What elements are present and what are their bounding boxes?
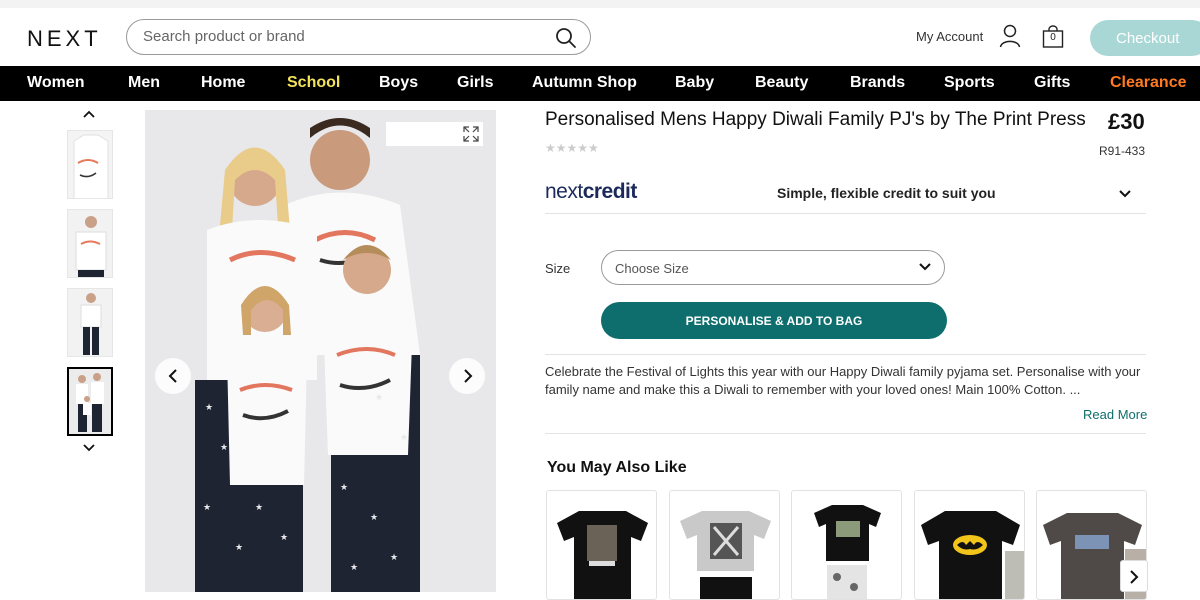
svg-text:★: ★ (220, 443, 228, 453)
item-code: R91-433 (1099, 144, 1146, 158)
svg-text:★: ★ (375, 393, 383, 403)
nav-item-sports[interactable]: Sports (944, 74, 995, 92)
nav-item-boys[interactable]: Boys (379, 74, 418, 92)
size-label: Size (545, 261, 571, 276)
search-input[interactable] (143, 28, 543, 45)
you-may-also-like-heading: You May Also Like (547, 459, 687, 476)
credit-tagline: Simple, flexible credit to suit you (777, 185, 996, 201)
checkout-button[interactable]: Checkout (1090, 20, 1200, 56)
next-credit-panel[interactable]: nextcredit Simple, flexible credit to su… (545, 172, 1146, 214)
svg-text:★: ★ (235, 543, 243, 553)
main-product-image[interactable]: ★ ★ ★ ★ ★ ★ ★ ★ ★ ★ ★ ★ (145, 110, 496, 592)
svg-text:★: ★ (350, 563, 358, 573)
next-image-button[interactable] (449, 358, 485, 394)
top-strip (0, 0, 1200, 8)
chevron-down-icon[interactable] (1118, 186, 1132, 204)
credit-logo-bold: credit (582, 180, 638, 203)
nav-item-women[interactable]: Women (27, 74, 84, 92)
nav-item-beauty[interactable]: Beauty (755, 74, 808, 92)
nav-item-brands[interactable]: Brands (850, 74, 905, 92)
recommendation-item-3[interactable] (791, 490, 902, 600)
nav-item-autumn-shop[interactable]: Autumn Shop (532, 74, 637, 92)
divider (545, 433, 1146, 434)
product-title: Personalised Mens Happy Diwali Family PJ… (545, 109, 1086, 130)
svg-text:★: ★ (340, 483, 348, 493)
svg-text:★: ★ (255, 503, 263, 513)
family-pyjama-photo: ★ ★ ★ ★ ★ ★ ★ ★ ★ ★ ★ ★ (145, 110, 496, 592)
thumbnail-3[interactable] (67, 288, 113, 357)
search-icon[interactable] (554, 26, 578, 55)
expand-icon[interactable] (463, 126, 479, 142)
chevron-left-icon (168, 369, 177, 383)
my-account-link[interactable]: My Account (916, 29, 983, 44)
rating-stars[interactable]: ★★★★★ (545, 141, 599, 155)
nav-item-clearance[interactable]: Clearance (1110, 74, 1187, 92)
chevron-right-icon (1130, 570, 1139, 584)
bag-count: 0 (1050, 32, 1056, 43)
site-header: NEXT My Account 0 Checkout (0, 8, 1200, 66)
read-more-link[interactable]: Read More (1083, 407, 1147, 422)
user-icon[interactable] (999, 24, 1021, 53)
nav-item-school[interactable]: School (287, 74, 340, 92)
chevron-right-icon (464, 369, 473, 383)
grey-graphic-tshirt-icon (680, 511, 771, 599)
thumbnail-1[interactable] (67, 130, 113, 199)
personalise-add-to-bag-button[interactable]: PERSONALISE & ADD TO BAG (601, 302, 947, 339)
recommendation-item-4[interactable] (914, 490, 1025, 600)
chevron-down-icon (919, 263, 931, 271)
svg-text:★: ★ (400, 433, 408, 443)
recommendations-next-button[interactable] (1120, 560, 1148, 592)
previous-image-button[interactable] (155, 358, 191, 394)
thumbnail-scroll-down-icon[interactable] (82, 440, 96, 458)
next-credit-logo: nextcredit (545, 180, 637, 204)
search-bar[interactable] (126, 19, 591, 55)
do-not-disturb-pj-icon (814, 505, 881, 599)
nav-item-gifts[interactable]: Gifts (1034, 74, 1070, 92)
svg-text:★: ★ (390, 553, 398, 563)
thumbnail-4[interactable] (67, 367, 113, 436)
thumbnail-scroll-up-icon[interactable] (82, 106, 96, 124)
size-dropdown[interactable]: Choose Size (601, 250, 945, 285)
batman-tshirt-icon (921, 511, 1024, 599)
size-dropdown-value: Choose Size (615, 261, 689, 276)
product-price: £30 (1108, 109, 1145, 134)
recommendation-item-2[interactable] (669, 490, 780, 600)
svg-text:★: ★ (370, 513, 378, 523)
nav-item-baby[interactable]: Baby (675, 74, 714, 92)
credit-logo-light: next (545, 180, 583, 203)
recommendation-item-1[interactable] (546, 490, 657, 600)
expand-image-button[interactable] (386, 122, 483, 146)
divider (545, 354, 1146, 355)
product-description: Celebrate the Festival of Lights this ye… (545, 364, 1141, 397)
nav-item-men[interactable]: Men (128, 74, 160, 92)
nav-item-girls[interactable]: Girls (457, 74, 493, 92)
svg-text:★: ★ (280, 533, 288, 543)
nav-item-home[interactable]: Home (201, 74, 245, 92)
svg-text:★: ★ (203, 503, 211, 513)
thumbnail-2[interactable] (67, 209, 113, 278)
next-logo[interactable]: NEXT (27, 26, 102, 52)
main-nav: Women Men Home School Boys Girls Autumn … (0, 66, 1200, 101)
svg-text:★: ★ (205, 403, 213, 413)
mandalorian-tshirt-icon (557, 511, 648, 599)
